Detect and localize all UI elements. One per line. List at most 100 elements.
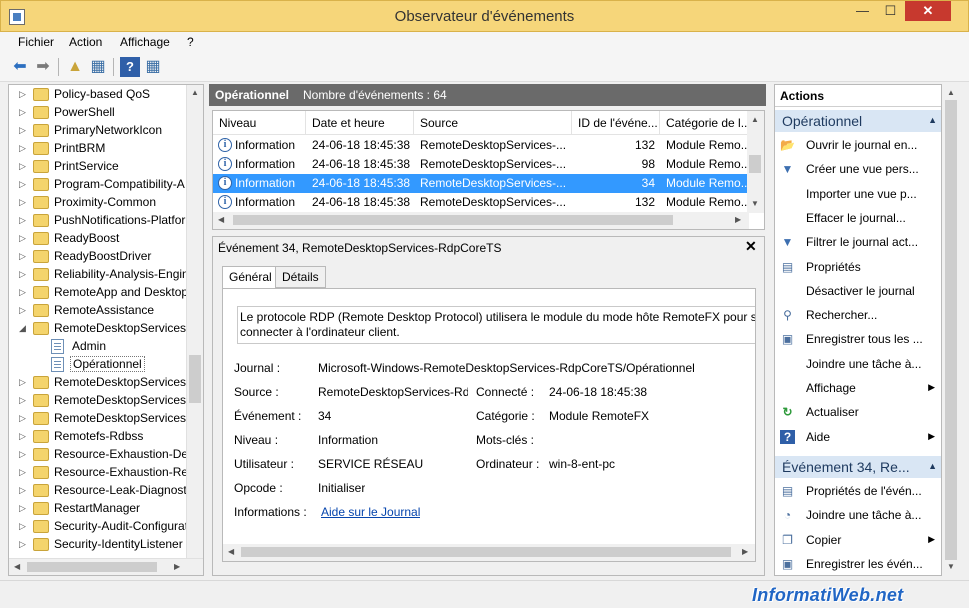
event-cell-category: Module Remo... [666, 195, 748, 209]
tree-hscroll-thumb[interactable] [27, 562, 157, 572]
collapse-arrow-icon[interactable]: ▲ [928, 461, 937, 471]
section-event[interactable]: Événement 34, Re... ▲ [775, 456, 941, 478]
expanded-arrow-icon[interactable]: ◢ [19, 323, 29, 334]
collapsed-arrow-icon[interactable]: ▷ [19, 233, 29, 244]
details-hscroll-thumb[interactable] [241, 547, 731, 557]
folder-icon [33, 520, 49, 533]
action-item[interactable]: ◔ Joindre une tâche à... [775, 504, 941, 526]
events-vertical-scrollbar[interactable]: ▲ ▼ [747, 111, 764, 213]
tab-general[interactable]: Général [222, 266, 279, 289]
tree-scroll-thumb[interactable] [189, 355, 201, 403]
collapsed-arrow-icon[interactable]: ▷ [19, 215, 29, 226]
collapsed-arrow-icon[interactable]: ▷ [19, 287, 29, 298]
minimize-button[interactable]: — [849, 1, 876, 21]
event-row[interactable]: i Information 24-06-18 18:45:38 RemoteDeskt… [213, 193, 749, 212]
action-item[interactable]: Affichage ▶ [775, 377, 941, 399]
action-item[interactable]: ▣ Enregistrer les évén... [775, 553, 941, 575]
properties-icon: ▤ [781, 259, 794, 274]
collapsed-arrow-icon[interactable]: ▷ [19, 179, 29, 190]
column-niveau[interactable]: Niveau [213, 111, 306, 135]
maximize-button[interactable]: ☐ [877, 1, 904, 21]
show-hide-tree-icon[interactable]: ▦ [88, 57, 108, 77]
events-horizontal-scrollbar[interactable]: ◀ ▶ [213, 212, 749, 229]
action-item[interactable]: Effacer le journal... [775, 207, 941, 229]
source-value: RemoteDesktopServices-Rdp [318, 385, 468, 399]
section-operationnel[interactable]: Opérationnel ▲ [775, 110, 941, 132]
action-item[interactable]: ▼ Filtrer le journal act... [775, 231, 941, 253]
actions-scroll-thumb[interactable] [945, 100, 957, 560]
show-hide-action-pane-icon[interactable]: ▦ [143, 57, 163, 77]
menu-action[interactable]: Action [69, 35, 102, 49]
collapsed-arrow-icon[interactable]: ▷ [19, 521, 29, 532]
column-category[interactable]: Catégorie de l... [660, 111, 749, 135]
menu-affichage[interactable]: Affichage [120, 35, 170, 49]
folder-open-icon: 📂 [780, 138, 795, 152]
menu-help[interactable]: ? [187, 35, 194, 49]
watermark-logo: InformatiWeb.net [752, 585, 904, 605]
tab-details[interactable]: Détails [275, 266, 326, 288]
close-details-icon[interactable]: ✕ [745, 238, 757, 255]
action-item[interactable]: ▼ Créer une vue pers... [775, 158, 941, 180]
up-folder-icon[interactable]: ▲ [65, 57, 85, 77]
action-item[interactable]: Désactiver le journal [775, 280, 941, 302]
collapsed-arrow-icon[interactable]: ▷ [19, 503, 29, 514]
collapsed-arrow-icon[interactable]: ▷ [19, 449, 29, 460]
collapsed-arrow-icon[interactable]: ▷ [19, 377, 29, 388]
action-item[interactable]: ▤ Propriétés [775, 256, 941, 278]
toolbar-separator [113, 58, 114, 76]
close-window-button[interactable]: ✕ [905, 1, 951, 21]
collapsed-arrow-icon[interactable]: ▷ [19, 107, 29, 118]
event-row[interactable]: i Information 24-06-18 18:45:38 RemoteDeskt… [213, 136, 749, 155]
event-cell-source: RemoteDesktopServices-... [420, 176, 567, 190]
menu-fichier[interactable]: Fichier [18, 35, 54, 49]
event-description[interactable]: Le protocole RDP (Remote Desktop Protoco… [237, 306, 755, 344]
collapsed-arrow-icon[interactable]: ▷ [19, 197, 29, 208]
tree-vertical-scrollbar[interactable]: ▲ [186, 85, 203, 560]
journal-help-link[interactable]: Aide sur le Journal [321, 505, 420, 519]
actions-vertical-scrollbar[interactable]: ▲ ▼ [943, 84, 960, 576]
collapse-arrow-icon[interactable]: ▲ [928, 115, 937, 125]
tree-horizontal-scrollbar[interactable]: ◀ ▶ [9, 558, 203, 575]
column-source[interactable]: Source [414, 111, 572, 135]
collapsed-arrow-icon[interactable]: ▷ [19, 89, 29, 100]
collapsed-arrow-icon[interactable]: ▷ [19, 431, 29, 442]
action-item[interactable]: ▣ Enregistrer tous les ... [775, 328, 941, 350]
collapsed-arrow-icon[interactable]: ▷ [19, 539, 29, 550]
collapsed-arrow-icon[interactable]: ▷ [19, 305, 29, 316]
action-item[interactable]: Joindre une tâche à... [775, 353, 941, 375]
save-icon: ▣ [781, 332, 794, 347]
action-item[interactable]: ⚲ Rechercher... [775, 304, 941, 326]
events-scroll-thumb[interactable] [749, 155, 761, 173]
collapsed-arrow-icon[interactable]: ▷ [19, 251, 29, 262]
collapsed-arrow-icon[interactable]: ▷ [19, 269, 29, 280]
tree-item-label: PushNotifications-Platfor [54, 213, 186, 227]
back-arrow-icon[interactable]: ⬅ [10, 57, 30, 77]
collapsed-arrow-icon[interactable]: ▷ [19, 125, 29, 136]
collapsed-arrow-icon[interactable]: ▷ [19, 413, 29, 424]
collapsed-arrow-icon[interactable]: ▷ [19, 485, 29, 496]
action-item[interactable]: ↻ Actualiser [775, 401, 941, 423]
column-date[interactable]: Date et heure [306, 111, 414, 135]
details-horizontal-scrollbar[interactable]: ◀ ▶ [223, 544, 755, 561]
collapsed-arrow-icon[interactable]: ▷ [19, 143, 29, 154]
section-operationnel-label: Opérationnel [782, 113, 863, 129]
forward-arrow-icon[interactable]: ➡ [33, 57, 53, 77]
collapsed-arrow-icon[interactable]: ▷ [19, 395, 29, 406]
collapsed-arrow-icon[interactable]: ▷ [19, 161, 29, 172]
help-icon[interactable]: ? [120, 57, 140, 77]
log-header: Opérationnel Nombre d'événements : 64 [209, 84, 766, 106]
action-item[interactable]: 📂 Ouvrir le journal en... [775, 134, 941, 156]
collapsed-arrow-icon[interactable]: ▷ [19, 467, 29, 478]
action-item[interactable]: Importer une vue p... [775, 183, 941, 205]
action-item[interactable]: ? Aide ▶ [775, 426, 941, 448]
event-row[interactable]: i Information 24-06-18 18:45:38 RemoteDeskt… [213, 174, 749, 193]
column-event-id[interactable]: ID de l'événe... [572, 111, 660, 135]
event-row[interactable]: i Information 24-06-18 18:45:38 RemoteDeskt… [213, 155, 749, 174]
event-cell-id: 34 [641, 176, 655, 190]
folder-icon [33, 196, 49, 209]
actions-title: Actions [780, 89, 825, 103]
action-item[interactable]: ▤ Propriétés de l'évén... [775, 480, 941, 502]
level-value: Information [318, 433, 379, 447]
events-hscroll-thumb[interactable] [233, 215, 673, 225]
action-item[interactable]: ❐ Copier ▶ [775, 529, 941, 551]
